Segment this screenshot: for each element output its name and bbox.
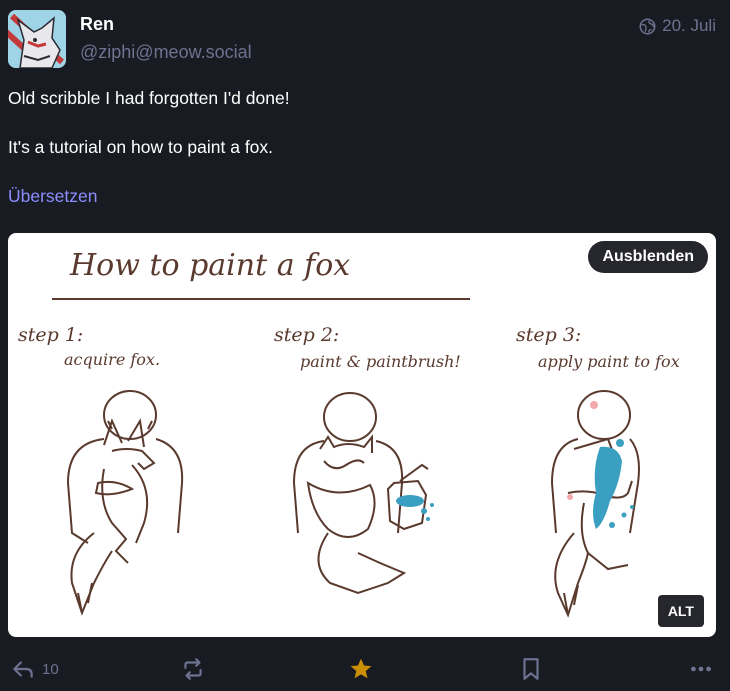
more-icon xyxy=(691,666,711,672)
step-2-heading: step 2: xyxy=(274,324,339,346)
account-handle[interactable]: @ziphi@meow.social xyxy=(80,42,252,63)
avatar[interactable] xyxy=(8,10,66,68)
reply-count: 10 xyxy=(42,660,59,678)
post-date: 20. Juli xyxy=(662,16,716,35)
media-attachment[interactable]: How to paint a fox step 1: acquire fox. … xyxy=(8,233,716,637)
reply-button[interactable]: 10 xyxy=(10,656,59,682)
bookmark-button[interactable] xyxy=(518,656,544,682)
paint-bucket-splash xyxy=(396,495,434,521)
post-paragraph: It's a tutorial on how to paint a fox. xyxy=(8,137,274,157)
fox-tutorial-image: How to paint a fox step 1: acquire fox. … xyxy=(18,248,680,618)
more-button[interactable] xyxy=(688,656,714,682)
figure-2 xyxy=(292,392,429,595)
step-3-heading: step 3: xyxy=(516,324,581,346)
step-2-caption: paint & paintbrush! xyxy=(300,352,461,371)
alt-text-badge[interactable]: ALT xyxy=(657,595,704,627)
post-content: Old scribble I had forgotten I'd done! I… xyxy=(8,86,708,184)
star-icon xyxy=(350,658,372,679)
fox-avatar-icon xyxy=(8,10,66,68)
display-name[interactable]: Ren xyxy=(80,14,114,35)
boost-icon xyxy=(184,658,202,680)
step-3-caption: apply paint to fox xyxy=(538,352,680,371)
figure-1 xyxy=(66,390,184,616)
reply-icon xyxy=(13,661,33,678)
globe-icon xyxy=(639,18,656,34)
cheek-blush xyxy=(567,401,598,500)
post-timestamp[interactable]: 20. Juli xyxy=(639,16,716,36)
action-bar: 10 xyxy=(0,652,730,688)
step-1-heading: step 1: xyxy=(18,324,83,346)
boost-button[interactable] xyxy=(180,656,206,682)
favourite-button[interactable] xyxy=(348,656,374,682)
step-1-caption: acquire fox. xyxy=(64,350,160,369)
status-post: Ren @ziphi@meow.social 20. Juli Old scri… xyxy=(0,0,730,691)
translate-link[interactable]: Übersetzen xyxy=(8,186,98,207)
blue-paint-on-fox xyxy=(593,439,634,529)
post-paragraph: Old scribble I had forgotten I'd done! xyxy=(8,88,290,108)
bookmark-icon xyxy=(523,658,539,680)
hide-media-button[interactable]: Ausblenden xyxy=(588,241,708,273)
image-title: How to paint a fox xyxy=(69,248,350,283)
